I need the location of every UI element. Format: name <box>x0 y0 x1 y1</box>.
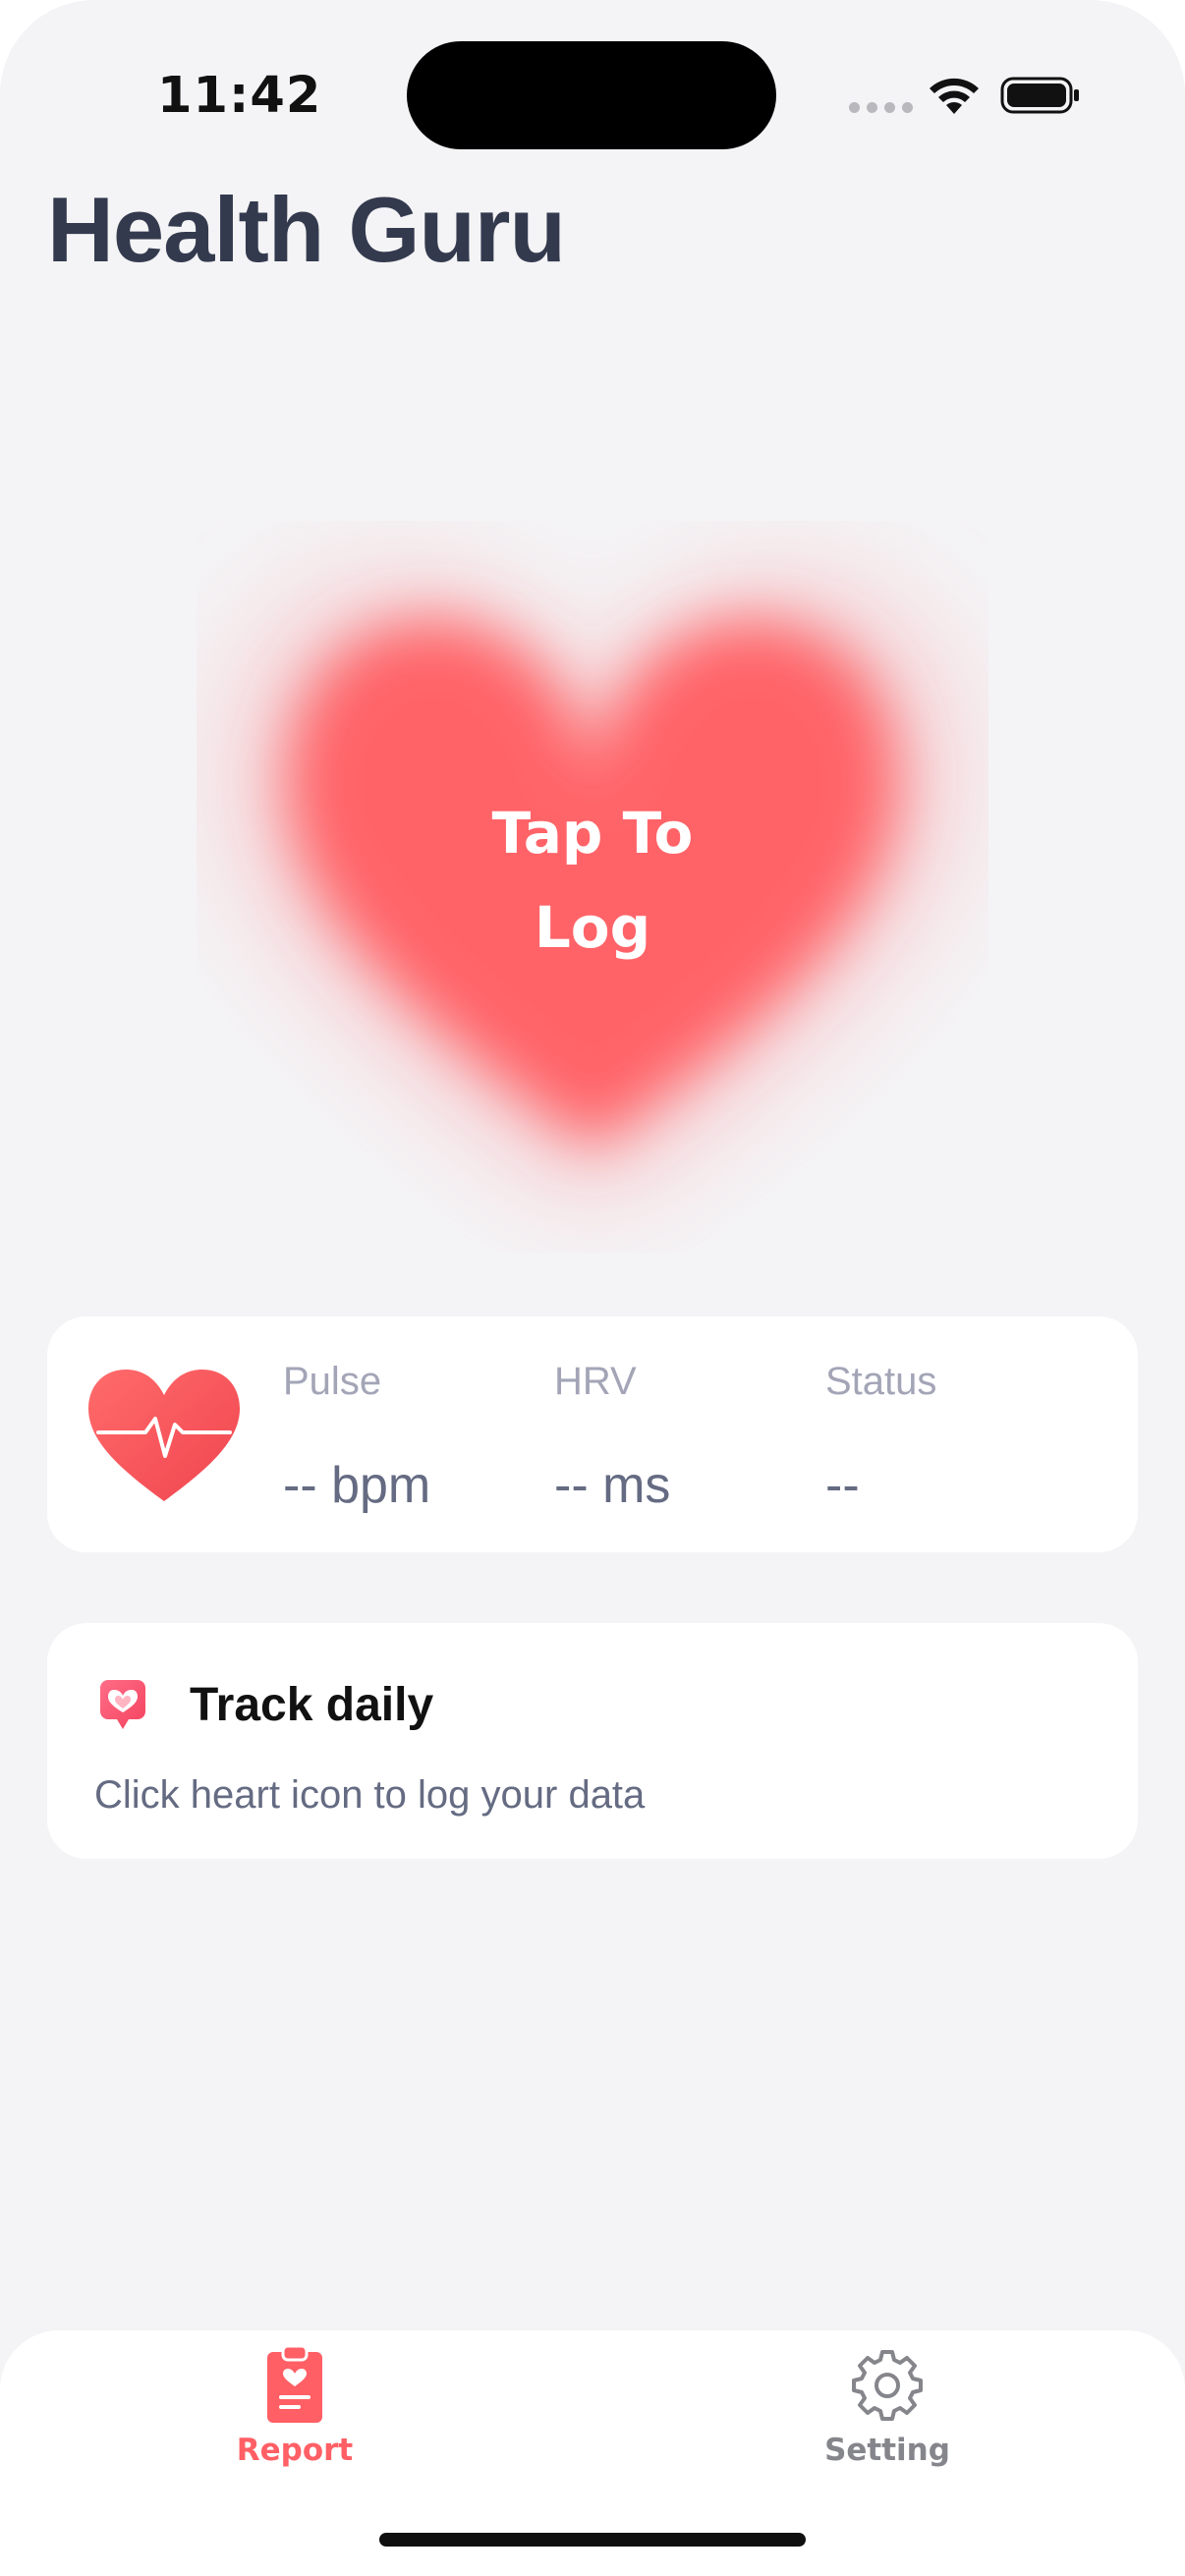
hrv-stat: HRV -- ms <box>554 1352 670 1515</box>
pulse-label: Pulse <box>283 1360 382 1403</box>
dynamic-island <box>407 41 776 149</box>
hrv-label: HRV <box>554 1360 637 1403</box>
page-title: Health Guru <box>47 178 566 281</box>
cellular-signal-icon <box>849 102 913 113</box>
heart-pulse-icon <box>88 1370 240 1501</box>
heart-bubble-icon <box>100 1680 145 1729</box>
track-daily-subtitle: Click heart icon to log your data <box>94 1773 646 1817</box>
status-stat: Status -- <box>825 1352 936 1515</box>
clipboard-heart-icon <box>267 2344 322 2423</box>
stats-card: Pulse -- bpm HRV -- ms Status -- <box>47 1316 1138 1552</box>
hrv-value: -- ms <box>554 1457 671 1514</box>
gear-icon <box>852 2350 923 2421</box>
heart-button-label-line1: Tap To <box>491 800 694 867</box>
track-daily-card: Track daily Click heart icon to log your… <box>47 1623 1138 1859</box>
track-daily-title: Track daily <box>190 1679 434 1731</box>
heart-button-label: Tap To Log <box>197 786 988 975</box>
heart-button-label-line2: Log <box>534 894 651 961</box>
tab-report[interactable]: Report <box>147 2342 442 2468</box>
home-indicator <box>379 2533 806 2547</box>
tab-setting-label: Setting <box>824 2433 950 2468</box>
pulse-stat: Pulse -- bpm <box>283 1352 430 1515</box>
wifi-icon <box>930 78 979 114</box>
tab-report-label: Report <box>236 2433 354 2468</box>
pulse-value: -- bpm <box>283 1457 431 1514</box>
status-value: -- <box>825 1457 860 1514</box>
battery-icon <box>1000 77 1079 114</box>
status-time: 11:42 <box>157 67 322 125</box>
status-bar: 11:42 <box>0 0 1185 187</box>
app-screen: 11:42 Health Guru Tap To Log Pulse -- bp… <box>0 0 1185 2576</box>
status-label: Status <box>825 1360 937 1403</box>
tap-to-log-heart-button[interactable]: Tap To Log <box>197 521 988 1253</box>
tab-setting[interactable]: Setting <box>740 2342 1035 2468</box>
